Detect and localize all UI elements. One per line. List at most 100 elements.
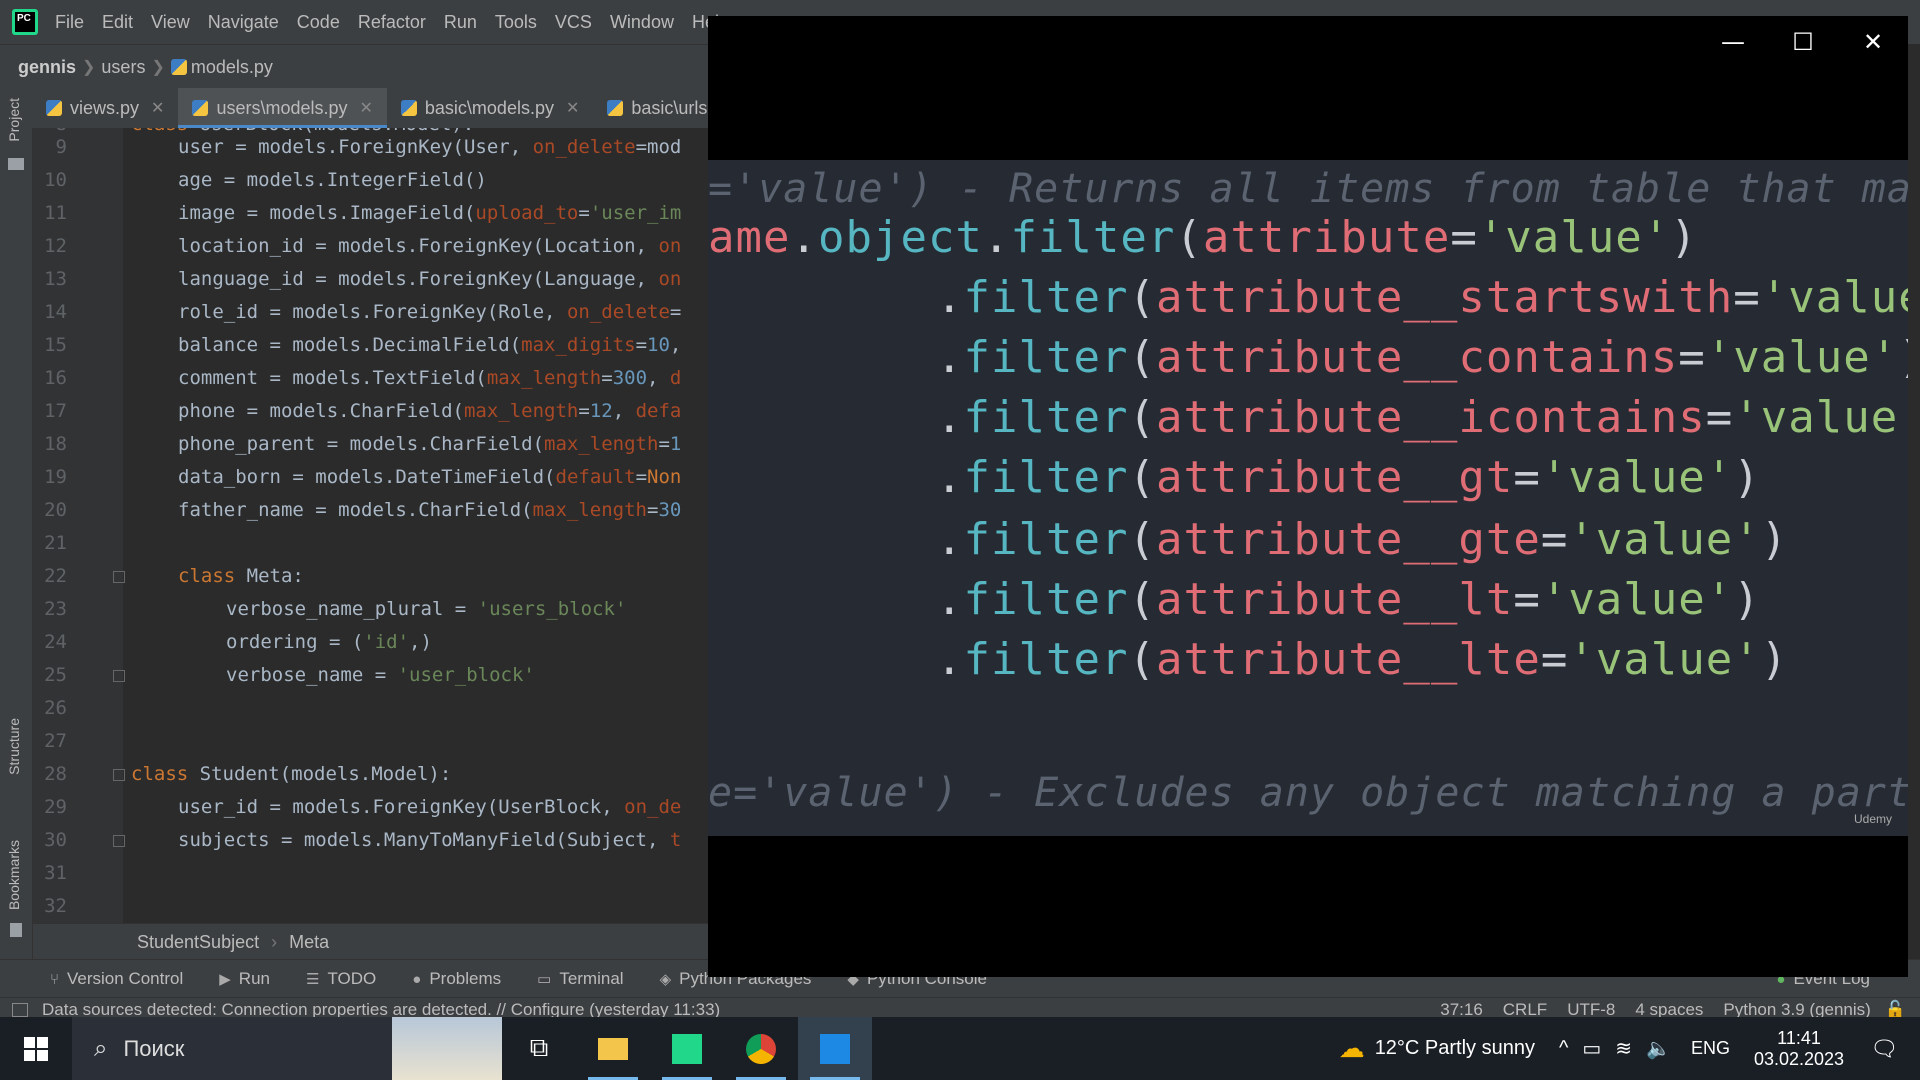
line-number: 18 [44, 433, 67, 455]
clock[interactable]: 11:41 03.02.2023 [1754, 1028, 1844, 1070]
code-line: role_id = models.ForeignKey(Role, on_del… [178, 301, 682, 323]
file-explorer-button[interactable] [576, 1017, 650, 1080]
code-line: class Meta: [178, 565, 304, 587]
chrome-taskbar-button[interactable] [724, 1017, 798, 1080]
line-number: 26 [44, 697, 67, 719]
list-icon: ☰ [305, 971, 320, 988]
media-player-taskbar-button[interactable] [798, 1017, 872, 1080]
minimize-icon[interactable]: — [1698, 16, 1768, 68]
line-number: 30 [44, 829, 67, 851]
code-line: user = models.ForeignKey(User, on_delete… [178, 136, 682, 158]
video-code-line: .filter(attribute__lte='value') [936, 634, 1789, 685]
battery-icon[interactable]: ▭ [1582, 1036, 1601, 1061]
tab-users-models-py[interactable]: users\models.py ✕ [178, 88, 388, 128]
menu-navigate[interactable]: Navigate [199, 0, 288, 44]
line-number: 23 [44, 598, 67, 620]
clock-time: 11:41 [1777, 1027, 1821, 1048]
menu-vcs[interactable]: VCS [546, 0, 601, 44]
video-frame[interactable]: ='value') - Returns all items from table… [708, 160, 1908, 836]
wifi-icon[interactable]: ≋ [1615, 1036, 1632, 1061]
terminal-button[interactable]: ▭ Terminal [519, 969, 641, 989]
video-code-line: ame.object.filter(attribute='value') [708, 212, 1698, 263]
tab-basic-urls-py[interactable]: basic\urls. [593, 88, 726, 128]
code-line: subjects = models.ManyToManyField(Subjec… [178, 829, 682, 851]
windows-taskbar: ⌕ Поиск ⧉ ☁ 12°C Partly sunny ^ ▭ ≋ 🔈 EN… [0, 1017, 1920, 1080]
tab-basic-models-py[interactable]: basic\models.py ✕ [387, 88, 593, 128]
fold-icon[interactable] [113, 571, 125, 583]
folder-icon [598, 1037, 628, 1060]
code-line: age = models.IntegerField() [178, 169, 487, 191]
crumb-studentsubject[interactable]: StudentSubject [137, 932, 259, 953]
window-controls: — ☐ ✕ [1698, 16, 1908, 68]
menu-code[interactable]: Code [288, 0, 349, 44]
code-line: comment = models.TextField(max_length=30… [178, 367, 682, 389]
left-tool-strip: Project Structure Bookmarks [0, 88, 33, 975]
pycharm-taskbar-button[interactable] [650, 1017, 724, 1080]
python-file-icon [607, 100, 624, 116]
fold-icon[interactable] [113, 670, 125, 682]
folder-icon [8, 158, 24, 170]
info-icon: ● [412, 970, 422, 988]
code-line: data_born = models.DateTimeField(default… [178, 466, 682, 488]
run-button[interactable]: ▶ Run [201, 969, 288, 989]
language-indicator[interactable]: ENG [1691, 1038, 1730, 1059]
menu-window[interactable]: Window [601, 0, 683, 44]
close-icon[interactable]: ✕ [566, 98, 579, 118]
menu-file[interactable]: File [46, 0, 93, 44]
close-icon[interactable]: ✕ [1838, 16, 1908, 68]
line-number: 16 [44, 367, 67, 389]
code-line: phone_parent = models.CharField(max_leng… [178, 433, 682, 455]
line-number: 15 [44, 334, 67, 356]
video-player-window[interactable]: — ☐ ✕ ='value') - Returns all items from… [708, 16, 1908, 977]
bookmark-icon [10, 923, 22, 937]
close-icon[interactable]: ✕ [360, 98, 373, 118]
line-number: 11 [44, 202, 67, 224]
code-line: phone = models.CharField(max_length=12, … [178, 400, 682, 422]
tab-views-py[interactable]: views.py ✕ [32, 88, 178, 128]
video-comment-line: e='value') - Excludes any object matchin… [708, 770, 1908, 816]
structure-tool-button[interactable]: Structure [6, 718, 22, 775]
code-editor[interactable]: 8class UserBlock(models.Model): 9user = … [33, 128, 720, 923]
menu-run[interactable]: Run [435, 0, 486, 44]
line-number: 25 [44, 664, 67, 686]
task-view-button[interactable]: ⧉ [502, 1017, 576, 1080]
chevron-right-icon: ❯ [82, 59, 96, 76]
volume-icon[interactable]: 🔈 [1646, 1036, 1671, 1061]
branch-icon: ⑂ [50, 970, 60, 988]
breadcrumb-file[interactable]: models.py [191, 57, 279, 78]
start-button[interactable] [0, 1017, 72, 1080]
version-control-button[interactable]: ⑂ Version Control [0, 969, 201, 989]
line-number: 14 [44, 301, 67, 323]
python-file-icon [46, 100, 62, 116]
chevron-up-icon[interactable]: ^ [1559, 1037, 1568, 1060]
line-number: 13 [44, 268, 67, 290]
menu-refactor[interactable]: Refactor [349, 0, 435, 44]
close-icon[interactable]: ✕ [151, 98, 164, 118]
menu-tools[interactable]: Tools [486, 0, 546, 44]
pycharm-logo-icon: PC [12, 9, 38, 35]
notifications-icon[interactable]: 🗨 [1870, 1036, 1898, 1062]
tab-label: basic\models.py [424, 97, 554, 118]
breadcrumb-folder[interactable]: users [95, 57, 151, 78]
project-tool-button[interactable]: Project [6, 98, 22, 142]
crumb-meta[interactable]: Meta [289, 932, 329, 953]
menu-view[interactable]: View [142, 0, 199, 44]
fold-icon[interactable] [113, 769, 125, 781]
taskbar-search[interactable]: ⌕ Поиск [72, 1017, 502, 1080]
line-number: 27 [44, 730, 67, 752]
python-file-icon [400, 100, 417, 116]
menu-edit[interactable]: Edit [93, 0, 142, 44]
weather-text[interactable]: 12°C Partly sunny [1375, 1037, 1535, 1060]
bookmarks-tool-button[interactable]: Bookmarks [6, 840, 22, 910]
fold-icon[interactable] [113, 835, 125, 847]
problems-button[interactable]: ● Problems [394, 969, 519, 989]
breadcrumb: gennis ❯ users ❯ models.py [0, 44, 720, 89]
task-view-icon: ⧉ [529, 1033, 549, 1063]
maximize-icon[interactable]: ☐ [1768, 16, 1838, 68]
todo-button[interactable]: ☰ TODO [288, 969, 394, 989]
video-code-line: .filter(attribute__gte='value') [936, 514, 1789, 565]
line-number: 22 [44, 565, 67, 587]
window-icon[interactable] [12, 1003, 28, 1017]
breadcrumb-project[interactable]: gennis [0, 57, 82, 78]
windows-logo-icon [24, 1036, 48, 1061]
